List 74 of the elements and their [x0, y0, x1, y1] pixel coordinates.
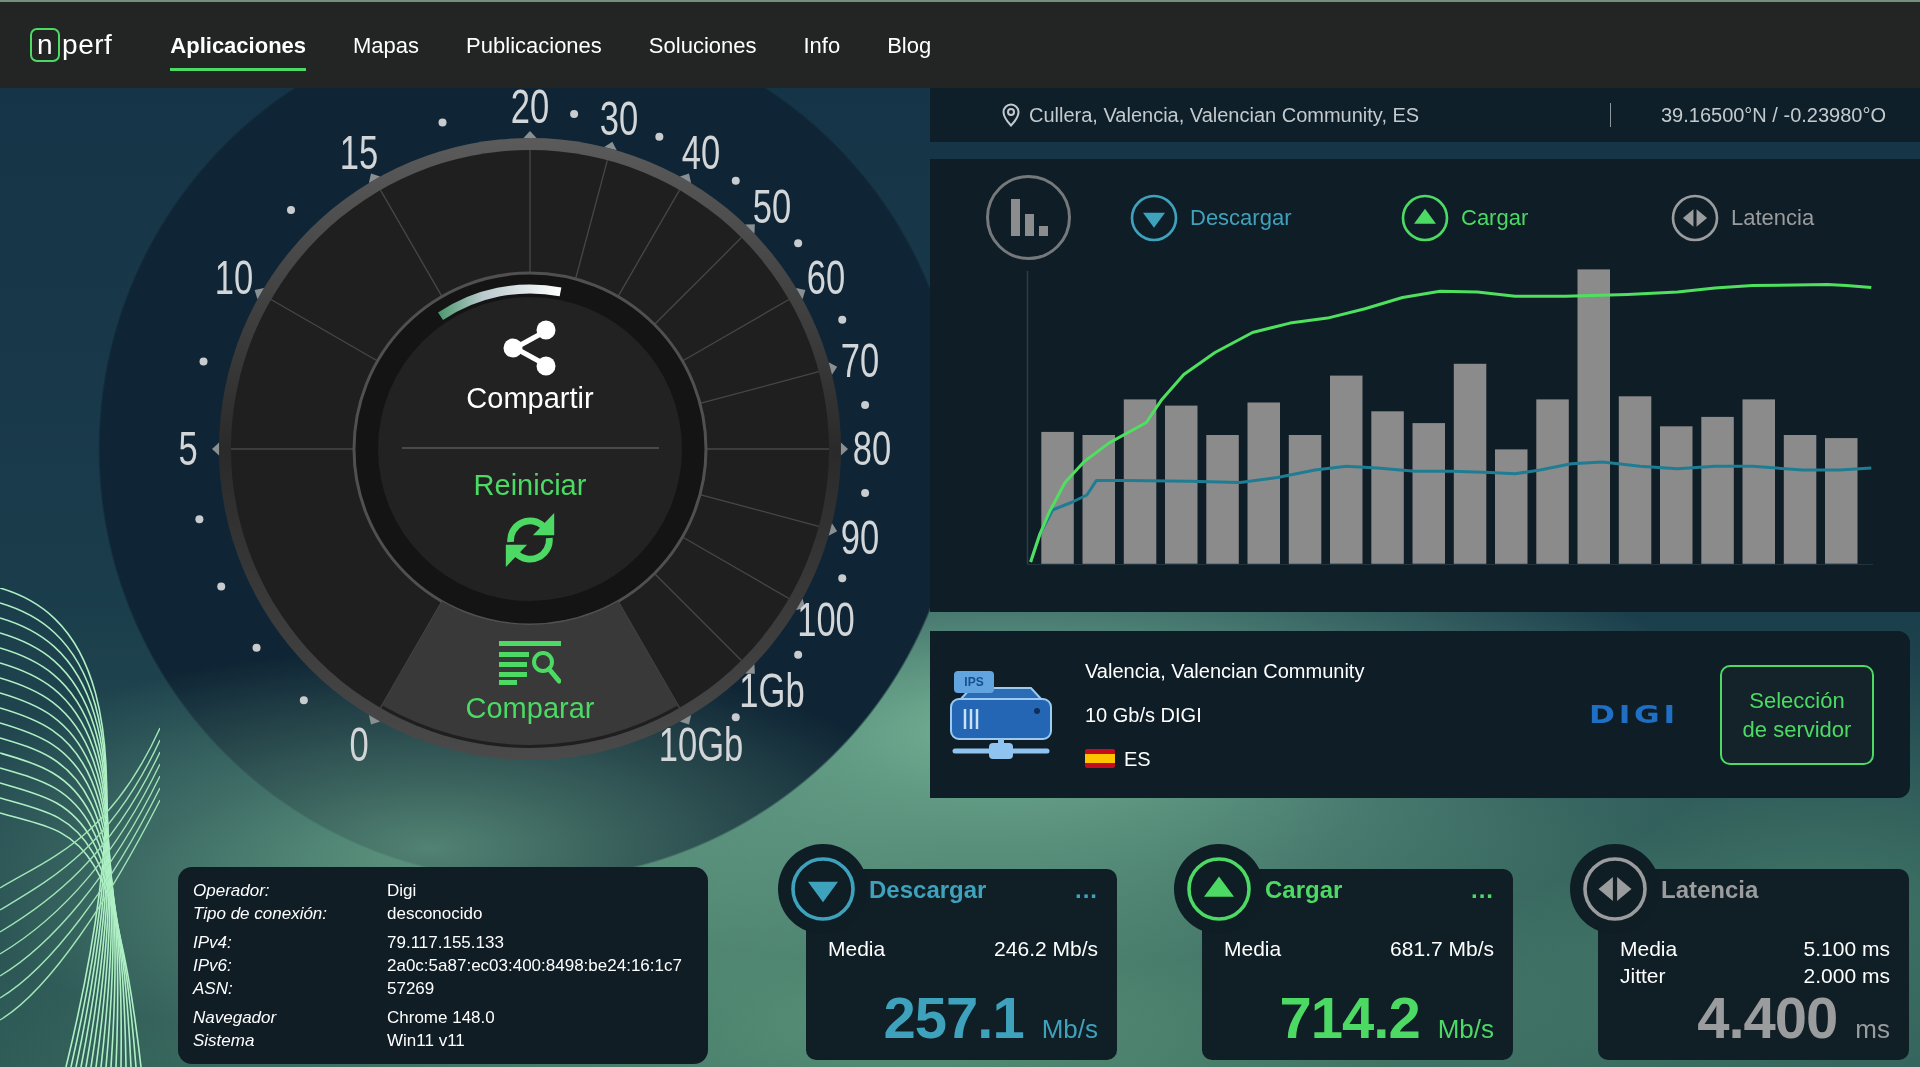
nav-link[interactable]: Info — [803, 19, 841, 71]
restart-button[interactable]: Reiniciar — [473, 468, 587, 572]
result-unit: Mb/s — [1437, 1016, 1494, 1042]
dial-scale-label: 30 — [599, 99, 638, 139]
location-text: Cullera, Valencia, Valencian Community, ES — [1029, 103, 1420, 127]
stat-label: Media — [1620, 936, 1678, 962]
dial-scale-label: 1Gb — [739, 671, 805, 711]
result-unit: ms — [1855, 1016, 1890, 1042]
country-code: ES — [1124, 746, 1151, 771]
nav-link[interactable]: Publicaciones — [466, 19, 602, 71]
info-value: Chrome 148.0 — [387, 1007, 496, 1029]
flag-icon — [1085, 749, 1115, 768]
result-value: 714.2 — [1279, 989, 1420, 1047]
dial-scale-label: 5 — [178, 429, 198, 469]
dial-scale-label: 20 — [510, 87, 550, 127]
result-title: Cargar — [1265, 876, 1343, 904]
ips-tag: IPS — [954, 670, 994, 693]
dial-scale-label: 100 — [797, 600, 855, 640]
server-capacity: 10 Gb/s DIGI — [1085, 702, 1203, 727]
provider-logo: DIGI — [1589, 700, 1679, 729]
info-label: Sistema — [193, 1030, 256, 1052]
bar-chart-icon — [1010, 199, 1051, 236]
result-unit: Mb/s — [1041, 1016, 1098, 1042]
list-search-icon — [499, 641, 561, 685]
location-pin-icon — [1002, 103, 1020, 127]
dial-scale-label: 70 — [841, 340, 880, 381]
info-value: desconocido — [387, 903, 484, 925]
stat-label: Media — [828, 936, 886, 962]
server-name: Valencia, Valencian Community — [1085, 658, 1365, 683]
server-icon — [949, 684, 1053, 759]
nav-link[interactable]: Soluciones — [648, 19, 757, 71]
info-label: ASN: — [193, 978, 234, 1000]
stat-value: 681.7 Mb/s — [1390, 936, 1494, 962]
legend-toggle[interactable]: Descargar — [1130, 193, 1292, 242]
result-value: 4.400 — [1697, 989, 1838, 1047]
dial-scale-label: 50 — [752, 187, 791, 227]
result-title: Descargar — [869, 876, 987, 904]
logo[interactable]: n perf — [30, 28, 113, 62]
result-value: 257.1 — [883, 989, 1024, 1047]
info-label: IPv6: — [193, 955, 233, 977]
dial-scale-label: 10 — [214, 258, 253, 298]
legend-toggle[interactable]: Latencia — [1671, 193, 1815, 242]
info-value: Win11 v11 — [387, 1030, 466, 1052]
server-select-button[interactable]: Selección de servidor — [1720, 664, 1874, 765]
dial-scale-label: 15 — [339, 133, 379, 173]
stat-label: Jitter — [1620, 963, 1666, 989]
stat-value: 2.000 ms — [1803, 963, 1890, 989]
nav-link[interactable]: Aplicaciones — [170, 19, 307, 71]
info-value: 57269 — [387, 978, 436, 1000]
info-label: IPv4: — [193, 932, 233, 954]
stat-value: 5.100 ms — [1803, 936, 1890, 962]
share-button[interactable]: Compartir — [466, 319, 594, 415]
info-value: Digi — [387, 880, 418, 902]
info-label: Tipo de conexión: — [193, 903, 329, 925]
dial-scale-label: 0 — [349, 725, 369, 765]
dial-scale-label: 80 — [852, 429, 892, 469]
dial-scale-label: 40 — [681, 133, 721, 173]
legend-toggle[interactable]: Cargar — [1401, 193, 1529, 242]
nav-link[interactable]: Mapas — [353, 19, 420, 71]
info-value: 79.117.155.133 — [387, 932, 505, 954]
chart-view-button[interactable] — [986, 175, 1071, 260]
coordinates-text: 39.16500°N / -0.23980°O — [1660, 103, 1886, 127]
more-button[interactable]: ... — [1075, 878, 1098, 902]
dial-scale-label: 90 — [841, 517, 880, 558]
stat-value: 246.2 Mb/s — [994, 936, 1098, 962]
dial-scale-label: 60 — [806, 258, 846, 298]
left-right-triangles-icon — [1671, 193, 1719, 242]
info-value: 2a0c:5a87:ec03:400:8498:be24:16:1c7 — [387, 955, 683, 977]
info-label: Operador: — [193, 880, 271, 902]
stat-label: Media — [1224, 936, 1282, 962]
info-label: Navegador — [193, 1007, 278, 1029]
result-title: Latencia — [1661, 876, 1759, 904]
nav-link[interactable]: Blog — [887, 19, 932, 71]
more-button[interactable]: ... — [1471, 878, 1494, 902]
